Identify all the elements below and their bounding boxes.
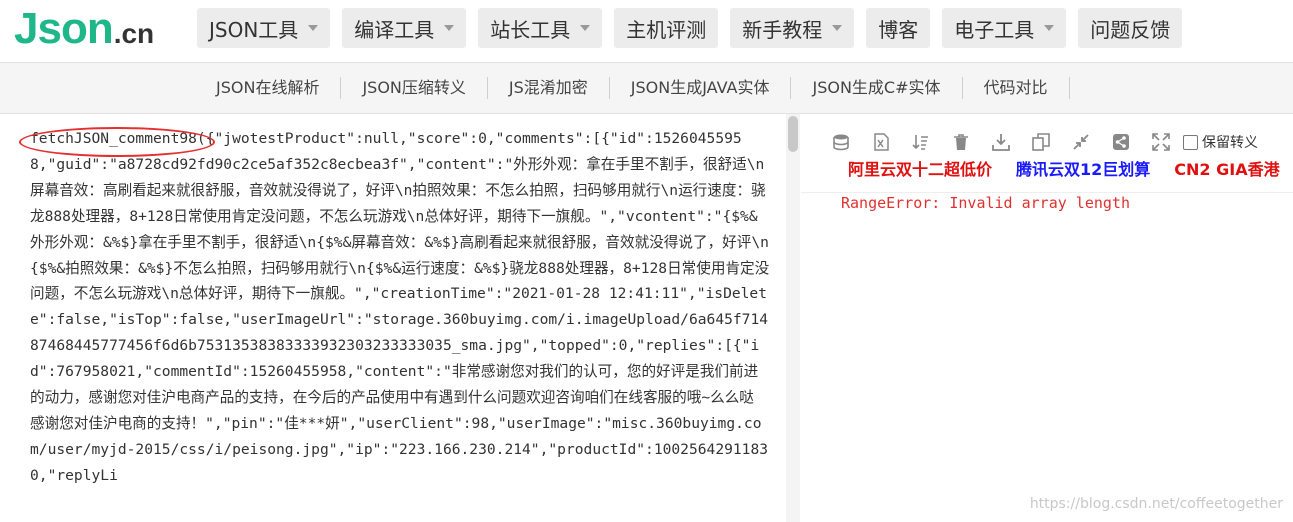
keep-escape-checkbox[interactable]: 保留转义 — [1183, 132, 1258, 152]
ad-link-cn2[interactable]: CN2 GIA香港 — [1174, 156, 1279, 180]
excel-icon[interactable] — [861, 131, 901, 153]
chevron-down-icon — [1044, 25, 1055, 31]
highlight-ellipse — [19, 127, 215, 157]
subnav-json-compress[interactable]: JSON压缩转义 — [341, 77, 488, 99]
json-input-editor[interactable]: fetchJSON_comment98({"jwotestProduct":nu… — [0, 114, 800, 522]
editor-scrollbar[interactable] — [786, 114, 800, 522]
database-icon[interactable] — [821, 131, 861, 153]
keep-escape-label: 保留转义 — [1202, 135, 1258, 151]
result-toolbar: 保留转义 — [821, 131, 1258, 153]
nav-label: 博客 — [878, 17, 919, 42]
result-panel: 保留转义 阿里云双十二超低价 腾讯云双12巨划算 CN2 GIA香港 Range… — [801, 114, 1293, 522]
logo-suffix: .cn — [113, 18, 155, 49]
subnav-json-to-csharp[interactable]: JSON生成C#实体 — [791, 77, 963, 99]
json-input-text[interactable]: fetchJSON_comment98({"jwotestProduct":nu… — [30, 126, 772, 489]
top-navbar: Json .cn JSON工具 编译工具 站长工具 主机评测 新手教程 博客 电… — [0, 0, 1293, 62]
logo-main: Json — [14, 4, 114, 53]
nav-blog[interactable]: 博客 — [866, 8, 931, 48]
nav-label: 主机评测 — [626, 17, 707, 42]
nav-label: 编译工具 — [354, 17, 435, 42]
chevron-down-icon — [832, 25, 843, 31]
nav-tutorials[interactable]: 新手教程 — [730, 8, 855, 48]
nav-webmaster-tools[interactable]: 站长工具 — [478, 8, 603, 48]
nav-compile-tools[interactable]: 编译工具 — [342, 8, 467, 48]
chevron-down-icon — [444, 25, 455, 31]
compress-icon[interactable] — [1061, 131, 1101, 153]
subnav-json-parse[interactable]: JSON在线解析 — [195, 77, 342, 99]
subnav-json-to-java[interactable]: JSON生成JAVA实体 — [610, 77, 792, 99]
ad-links: 阿里云双十二超低价 腾讯云双12巨划算 CN2 GIA香港 — [848, 156, 1280, 180]
sub-nav: JSON在线解析 JSON压缩转义 JS混淆加密 JSON生成JAVA实体 JS… — [0, 62, 1293, 114]
nav-label: 新手教程 — [742, 17, 823, 42]
nav-json-tools[interactable]: JSON工具 — [197, 8, 331, 48]
error-message: RangeError: Invalid array length — [841, 194, 1130, 212]
ad-link-tencent[interactable]: 腾讯云双12巨划算 — [1016, 156, 1150, 180]
share-icon[interactable] — [1101, 131, 1141, 153]
result-divider — [801, 192, 1293, 193]
main-nav: JSON工具 编译工具 站长工具 主机评测 新手教程 博客 电子工具 问题反馈 — [197, 8, 1183, 48]
chevron-down-icon — [308, 25, 319, 31]
subnav-js-obfuscate[interactable]: JS混淆加密 — [488, 77, 610, 99]
delete-icon[interactable] — [941, 131, 981, 153]
watermark: https://blog.csdn.net/coffeetogether — [1029, 496, 1283, 512]
nav-electronic-tools[interactable]: 电子工具 — [942, 8, 1067, 48]
nav-feedback[interactable]: 问题反馈 — [1078, 8, 1183, 48]
chevron-down-icon — [580, 25, 591, 31]
site-logo[interactable]: Json .cn — [14, 4, 154, 54]
nav-label: 问题反馈 — [1090, 17, 1171, 42]
sort-icon[interactable] — [901, 131, 941, 153]
ad-link-aliyun[interactable]: 阿里云双十二超低价 — [848, 156, 992, 180]
nav-host-review[interactable]: 主机评测 — [614, 8, 719, 48]
checkbox-box[interactable] — [1183, 134, 1198, 150]
subnav-code-diff[interactable]: 代码对比 — [963, 77, 1070, 99]
expand-icon[interactable] — [1141, 131, 1181, 153]
download-icon[interactable] — [981, 131, 1021, 153]
nav-label: 电子工具 — [954, 17, 1035, 42]
scrollbar-thumb[interactable] — [788, 116, 798, 152]
nav-label: 站长工具 — [490, 17, 571, 42]
copy-icon[interactable] — [1021, 131, 1061, 153]
nav-label: JSON工具 — [209, 17, 299, 42]
